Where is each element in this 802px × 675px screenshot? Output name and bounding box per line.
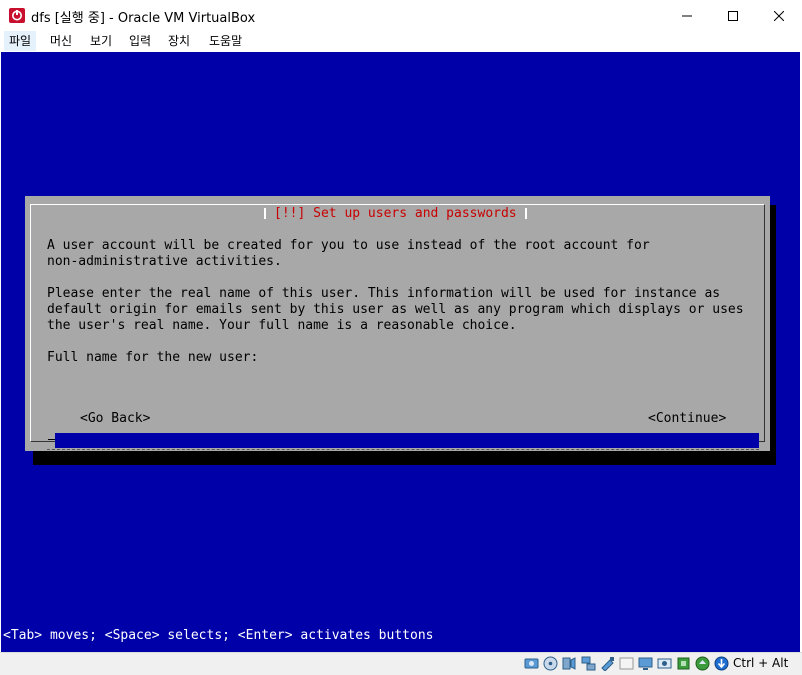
full-name-input[interactable] [55,433,759,448]
virtualbox-app-icon [9,8,25,23]
vm-display[interactable]: [!!] Set up users and passwords A user a… [1,52,800,652]
keyboard-help-line: <Tab> moves; <Space> selects; <Enter> ac… [3,628,434,643]
audio-icon[interactable] [562,656,577,671]
menu-machine[interactable]: 머신 [45,31,77,51]
maximize-icon [728,10,738,21]
menu-devices[interactable]: 장치 [163,31,195,51]
minimize-icon [682,15,692,16]
close-button[interactable] [756,0,802,31]
hard-disk-icon[interactable] [524,656,539,671]
maximize-button[interactable] [710,0,756,31]
info-paragraph-account: A user account will be created for you t… [47,238,650,269]
video-capture-icon[interactable] [657,656,672,671]
full-name-label: Full name for the new user: [47,350,259,365]
menu-input[interactable]: 입력 [124,31,156,51]
display-icon[interactable] [638,656,653,671]
dialog-title: [!!] Set up users and passwords [264,205,527,222]
info-paragraph-realname: Please enter the real name of this user.… [47,286,744,333]
menu-file[interactable]: 파일 [4,31,37,51]
installer-dialog: [!!] Set up users and passwords A user a… [25,196,770,451]
usb-icon[interactable] [600,656,615,671]
status-bar: Ctrl + Alt [0,652,802,675]
menu-view[interactable]: 보기 [85,31,117,51]
optical-drive-icon[interactable] [543,656,558,671]
menu-help[interactable]: 도움말 [204,31,247,51]
menu-bar: 파일 머신 보기 입력 장치 도움말 [0,31,802,52]
keyboard-capture-icon[interactable] [714,656,729,671]
window-title: dfs [실행 중] - Oracle VM VirtualBox [31,11,256,26]
minimize-button[interactable] [664,0,710,31]
host-key-label: Ctrl + Alt [733,656,789,670]
cpu-activity-icon[interactable] [676,656,691,671]
continue-button[interactable]: <Continue> [648,411,726,426]
go-back-button[interactable]: <Go Back> [80,411,150,426]
window-titlebar[interactable]: dfs [실행 중] - Oracle VM VirtualBox [0,0,802,31]
text-cursor [48,439,55,440]
close-icon [774,10,784,21]
input-underline [47,449,759,451]
shared-folders-icon[interactable] [619,656,634,671]
mouse-integration-icon[interactable] [695,656,710,671]
dialog-frame: [!!] Set up users and passwords A user a… [30,204,765,450]
network-icon[interactable] [581,656,596,671]
